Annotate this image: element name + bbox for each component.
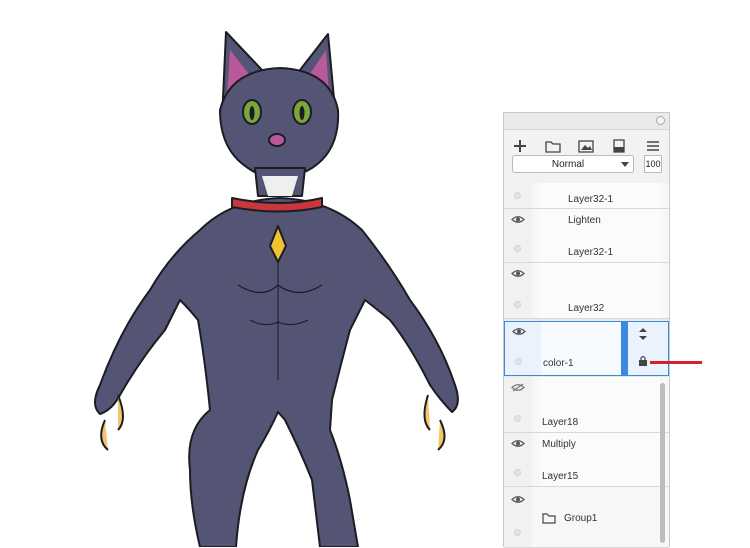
visibility-toggle[interactable]: [515, 358, 522, 365]
layer-name: Layer15: [542, 471, 579, 482]
visibility-toggle[interactable]: [514, 245, 521, 252]
layer-name: Layer32-1: [568, 194, 614, 205]
blend-mode-value: Normal: [551, 159, 585, 170]
eye-icon[interactable]: [511, 269, 525, 278]
eye-icon[interactable]: [511, 215, 525, 224]
layer-name: Layer18: [542, 417, 579, 428]
visibility-toggle[interactable]: [514, 529, 521, 536]
cat-head: [219, 67, 340, 181]
folder-icon[interactable]: [542, 135, 564, 157]
visibility-toggle[interactable]: [514, 301, 521, 308]
layer-row[interactable]: Multiply Layer15: [504, 433, 669, 487]
layer-panel: Normal 100 Layer32-1 Lighten Layer32-1 L…: [503, 112, 670, 548]
layer-row[interactable]: Group1: [504, 487, 669, 548]
layer-color-bar: [621, 322, 628, 375]
layer-name: color-1: [543, 358, 574, 369]
visibility-toggle[interactable]: [514, 469, 521, 476]
layer-row-selected[interactable]: color-1: [504, 321, 669, 376]
close-icon[interactable]: [656, 116, 665, 125]
eye-icon[interactable]: [511, 439, 525, 448]
menu-icon[interactable]: [642, 135, 664, 157]
layer-row[interactable]: Lighten Layer32-1: [504, 209, 669, 263]
reorder-icon[interactable]: [637, 327, 649, 341]
layer-name: Layer32: [568, 303, 605, 314]
visibility-toggle[interactable]: [514, 192, 521, 199]
layer-row[interactable]: Layer32: [504, 263, 669, 319]
chevron-down-icon: [621, 162, 629, 167]
eye-hidden-icon[interactable]: [511, 383, 525, 392]
lock-icon[interactable]: [637, 355, 649, 367]
image-icon[interactable]: [575, 135, 597, 157]
visibility-toggle[interactable]: [514, 415, 521, 422]
clipboard-icon[interactable]: [608, 135, 630, 157]
layer-name: Layer32-1: [568, 247, 614, 258]
eye-icon[interactable]: [512, 327, 526, 336]
opacity-field[interactable]: 100: [644, 155, 662, 173]
plus-icon[interactable]: [509, 135, 531, 157]
layer-row[interactable]: Layer32-1: [504, 183, 669, 209]
layer-row[interactable]: Layer18: [504, 377, 669, 433]
layer-blend-mode: Multiply: [542, 439, 576, 450]
layer-blend-mode: Lighten: [568, 215, 601, 226]
scrollbar[interactable]: [660, 383, 665, 543]
blend-mode-select[interactable]: Normal: [512, 155, 634, 173]
panel-title-bar: [504, 113, 669, 130]
eye-icon[interactable]: [511, 495, 525, 504]
annotation-arrow: [650, 361, 702, 364]
layer-list[interactable]: Layer32-1 Lighten Layer32-1 Layer32 colo…: [504, 183, 669, 548]
folder-icon: [542, 513, 556, 524]
drawing-canvas[interactable]: [0, 0, 500, 547]
layer-name: Group1: [564, 513, 598, 524]
